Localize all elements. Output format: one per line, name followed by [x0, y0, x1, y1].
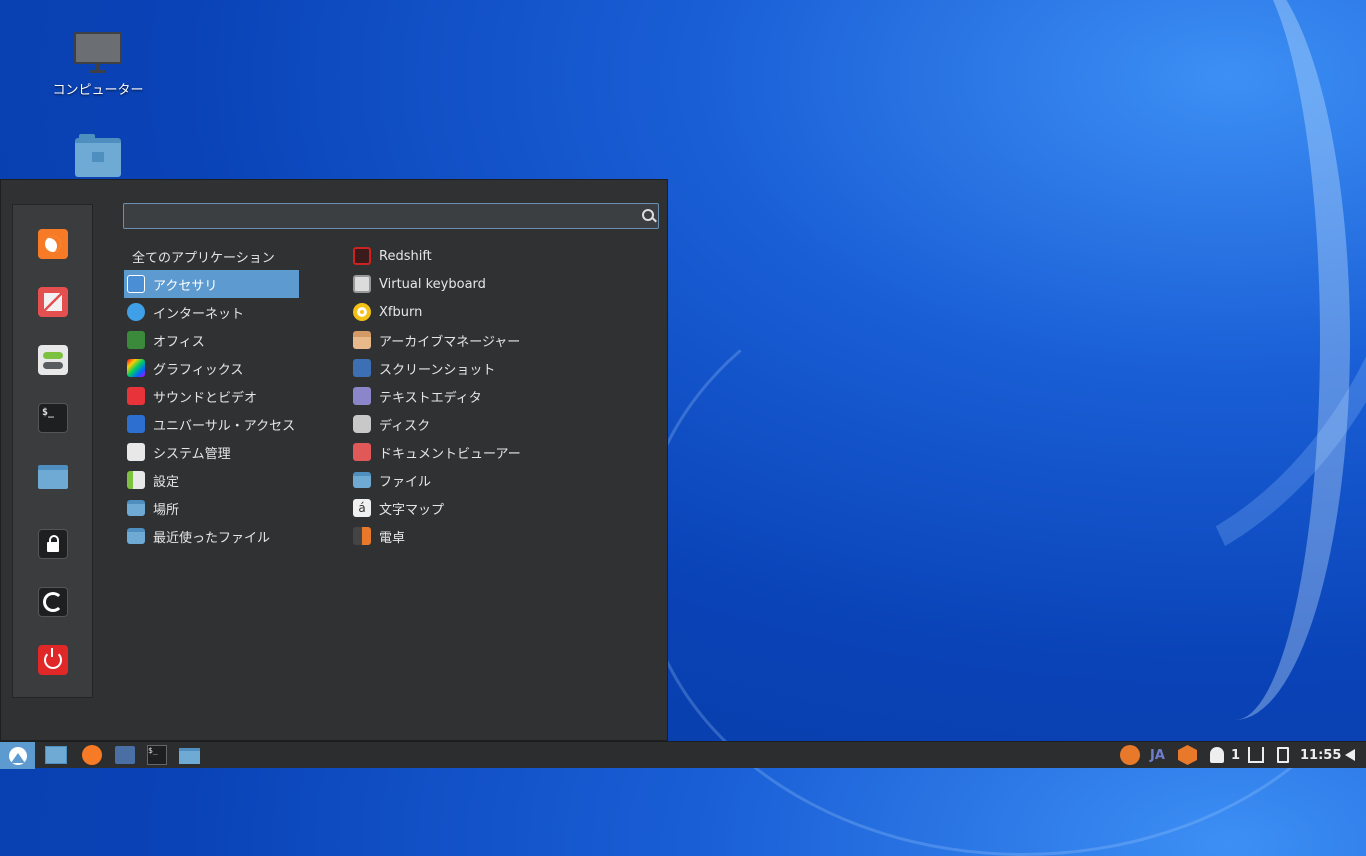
desktop-icon-home[interactable] [48, 134, 148, 177]
start-menu-button[interactable] [0, 742, 35, 769]
favorite-lock-screen[interactable] [38, 529, 68, 559]
volume-icon[interactable] [1345, 749, 1355, 761]
category-all-applications[interactable]: 全てのアプリケーション [124, 242, 299, 270]
desktop-icon-computer[interactable]: コンピューター [48, 32, 148, 98]
character-map-icon: á [353, 499, 371, 517]
home-folder-icon [75, 134, 121, 177]
package-updates-icon[interactable] [1178, 745, 1197, 765]
power-icon [44, 648, 62, 669]
app-character-map[interactable]: á 文字マップ [353, 494, 653, 522]
category-places[interactable]: 場所 [124, 494, 299, 522]
category-preferences[interactable]: 設定 [124, 466, 299, 494]
office-icon [127, 331, 145, 349]
favorite-shutdown[interactable] [38, 645, 68, 675]
disk-icon [353, 415, 371, 433]
favorites-bar: $_ [12, 204, 93, 698]
clock[interactable]: 11:55 [1300, 748, 1341, 763]
play-icon [127, 387, 145, 405]
taskbar: $_ JA 1 11:55 [0, 741, 1366, 769]
keyboard-layout-indicator[interactable]: JA [1150, 748, 1165, 763]
app-document-viewer[interactable]: ドキュメントビューアー [353, 438, 653, 466]
application-menu: $_ 全てのアプリケーション アクセサリ インターネット オフィス グラフィック… [0, 179, 668, 741]
camera-icon [353, 359, 371, 377]
settings-icon [127, 471, 145, 489]
text-editor-icon [353, 387, 371, 405]
desktop-icon-label: コンピューター [52, 83, 144, 98]
category-system[interactable]: システム管理 [124, 438, 299, 466]
category-internet[interactable]: インターネット [124, 298, 299, 326]
app-screenshot[interactable]: スクリーンショット [353, 354, 653, 382]
category-office[interactable]: オフィス [124, 326, 299, 354]
notification-count[interactable]: 1 [1231, 748, 1240, 763]
app-redshift[interactable]: Redshift [353, 242, 653, 270]
app-files[interactable]: ファイル [353, 466, 653, 494]
show-desktop-icon[interactable] [45, 746, 67, 764]
favorite-update-manager[interactable] [38, 287, 68, 317]
update-manager-icon [44, 293, 62, 311]
graphics-icon [127, 359, 145, 377]
computer-icon [74, 32, 122, 64]
taskbar-terminal-icon[interactable]: $_ [147, 745, 167, 765]
category-accessories[interactable]: アクセサリ [124, 270, 299, 298]
disc-burner-icon [353, 303, 371, 321]
taskbar-mail-icon[interactable] [115, 746, 135, 764]
favorite-files[interactable] [38, 465, 68, 489]
redshift-tray-icon[interactable] [1120, 745, 1140, 765]
app-archive-manager[interactable]: アーカイブマネージャー [353, 326, 653, 354]
recent-folder-icon [127, 528, 145, 544]
toggle-on-icon [43, 351, 63, 359]
clipboard-icon[interactable] [1277, 747, 1289, 763]
favorite-logout[interactable] [38, 587, 68, 617]
firefox-icon [45, 236, 61, 252]
taskbar-firefox-icon[interactable] [82, 745, 102, 765]
lock-icon [47, 535, 59, 552]
category-graphics[interactable]: グラフィックス [124, 354, 299, 382]
favorite-settings[interactable] [38, 345, 68, 375]
app-virtual-keyboard[interactable]: Virtual keyboard [353, 270, 653, 298]
system-settings-icon [127, 443, 145, 461]
app-xfburn[interactable]: Xfburn [353, 298, 653, 326]
toggle-off-icon [43, 361, 63, 369]
search-box[interactable] [123, 203, 659, 229]
search-input[interactable] [124, 204, 658, 228]
keyboard-icon [353, 275, 371, 293]
archive-icon [353, 331, 371, 349]
favorite-firefox[interactable] [38, 229, 68, 259]
accessibility-icon [127, 415, 145, 433]
category-sound-video[interactable]: サウンドとビデオ [124, 382, 299, 410]
start-logo-icon [8, 746, 27, 765]
favorite-terminal[interactable]: $_ [38, 403, 68, 433]
terminal-icon: $_ [42, 407, 55, 418]
app-text-editor[interactable]: テキストエディタ [353, 382, 653, 410]
app-disks[interactable]: ディスク [353, 410, 653, 438]
folder-icon [353, 472, 371, 488]
redshift-icon [353, 247, 371, 265]
network-icon[interactable] [1248, 747, 1264, 763]
notification-bell-icon[interactable] [1210, 747, 1224, 763]
application-list: Redshift Virtual keyboard Xfburn アーカイブマネ… [353, 242, 653, 550]
glasses-icon [353, 443, 371, 461]
category-recent-files[interactable]: 最近使ったファイル [124, 522, 299, 550]
logout-icon [43, 592, 63, 612]
search-icon[interactable] [642, 209, 654, 221]
category-universal-access[interactable]: ユニバーサル・アクセス [124, 410, 299, 438]
app-calculator[interactable]: 電卓 [353, 522, 653, 550]
folder-icon [127, 500, 145, 516]
category-list: 全てのアプリケーション アクセサリ インターネット オフィス グラフィックス サ… [124, 242, 299, 550]
calculator-icon [353, 527, 371, 545]
cloud-icon [127, 303, 145, 321]
scissors-icon [127, 275, 145, 293]
taskbar-files-icon[interactable] [179, 748, 200, 764]
